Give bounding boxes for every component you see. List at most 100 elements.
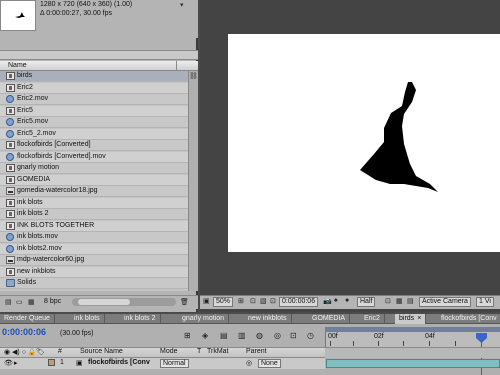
view-options-icon[interactable]: ▤ [407,297,414,305]
project-item[interactable]: Eric2 [0,82,188,94]
timeline-timecode[interactable]: 0:00:00:06 [2,327,46,337]
project-vertical-scrollbar[interactable] [188,71,198,291]
layer-name[interactable]: flockofbirds [Conv [88,359,150,366]
project-item[interactable]: GOMEDIA [0,174,188,186]
movie-icon [6,95,14,103]
clock-icon[interactable]: ◷ [307,331,314,340]
column-mode[interactable]: Mode [160,348,178,355]
region-icon[interactable]: ⊡ [270,297,276,305]
project-item[interactable]: new inkblots [0,266,188,278]
tab-ink-blots-2[interactable]: ink blots 2 [120,314,161,324]
always-preview-icon[interactable]: ▣ [203,297,210,305]
project-item[interactable]: Solids [0,278,188,289]
new-folder-icon[interactable]: ▭ [16,298,23,306]
column-t[interactable]: T [197,348,201,355]
column-parent[interactable]: Parent [246,348,267,355]
layer-duration-bar[interactable] [326,359,500,368]
project-item[interactable]: gomedia-watercolor18.jpg [0,186,188,197]
tab-gnarly-motion[interactable]: gnarly motion [178,314,230,324]
project-item-label: flockofbirds [Converted] [17,141,91,148]
project-item[interactable]: INK BLOTS TOGETHER [0,220,188,232]
layer-mode-dropdown[interactable]: Normal [160,359,189,368]
project-item[interactable]: ink blots2.mov [0,243,188,255]
ruler-tick [330,341,331,346]
flowchart-icon[interactable]: ⛓ [189,72,198,80]
work-area-bar[interactable] [325,327,500,332]
project-column-header[interactable]: Name [0,61,198,71]
footage-duration: Δ 0:00:00:27, 30.00 fps [40,10,113,17]
interpret-footage-icon[interactable]: ▤ [5,298,12,306]
zoom-dropdown[interactable]: 50% [213,297,234,307]
project-item[interactable]: ink blots 2 [0,209,188,220]
trash-icon[interactable]: 🗑 [180,298,189,306]
region-of-interest-icon[interactable]: ⊡ [385,297,391,305]
column-source-name[interactable]: Source Name [80,348,123,355]
image-icon [6,187,15,195]
resolution-dropdown[interactable]: Half [357,297,376,307]
snapshot-icon[interactable]: 📷 [323,297,332,305]
project-item[interactable]: mdp-watercolor60.jpg [0,255,188,266]
project-item-label: gnarly motion [17,164,60,171]
camera-dropdown[interactable]: Active Camera [419,297,471,307]
hide-shy-layers-icon[interactable]: ▤ [220,331,228,340]
channel-icon[interactable]: ● [345,297,349,304]
tab-gomedia[interactable]: GOMEDIA [308,314,351,324]
tab-new-inkblots[interactable]: new inkblots [244,314,292,324]
movie-icon [6,152,14,161]
parent-pickwhip-icon[interactable]: ◎ [246,359,252,367]
sort-chevron-icon[interactable]: ▾ [180,1,184,9]
ruler-label: 00f [328,333,338,340]
tab-eric2[interactable]: Eric2 [360,314,385,324]
new-comp-icon[interactable]: ▦ [28,298,35,306]
project-item[interactable]: ink blots.mov [0,232,188,243]
tab-render-queue[interactable]: Render Queue [0,314,55,324]
transparency-grid-icon[interactable]: ▦ [396,297,403,305]
column-hash[interactable]: # [58,348,62,355]
project-item-label: ink blots [17,198,43,206]
draft-3d-icon[interactable]: ◈ [202,331,208,340]
project-item[interactable]: Eric5_2.mov [0,128,188,140]
mask-icon[interactable]: ▧ [260,297,267,305]
project-item[interactable]: flockofbirds [Converted].mov [0,151,188,163]
fit-icon[interactable]: ⊞ [238,297,244,305]
comp-mini-flowchart-icon[interactable]: ⊞ [184,331,191,340]
layer-parent-dropdown[interactable]: None [258,359,281,368]
tab-flockofbirds[interactable]: flockofbirds [Conv [437,314,500,324]
project-search-input[interactable] [0,50,198,60]
graph-editor-icon[interactable]: ⊡ [290,331,297,340]
project-item[interactable]: Eric2.mov [0,94,188,105]
grid-icon[interactable]: ⊡ [250,297,256,305]
ruler-tick [378,341,379,346]
column-trkmat[interactable]: TrkMat [207,348,229,355]
project-item[interactable]: flockofbirds [Converted] [0,140,188,151]
footage-info: 1280 x 720 (640 x 360) (1.00) Δ 0:00:00:… [0,0,198,38]
column-divider[interactable] [176,61,177,71]
bird-shape [360,82,438,192]
tab-ink-blots[interactable]: ink blots [70,314,105,324]
comp-icon [6,83,15,92]
project-item[interactable]: birds [0,71,188,82]
project-item-label: Eric2.mov [17,95,49,102]
motion-blur-icon[interactable]: ◍ [256,331,263,340]
views-dropdown[interactable]: 1 Vi [476,297,494,307]
show-snapshot-icon[interactable]: ♠ [334,297,338,304]
label-column-icon[interactable]: 🏷 [36,348,45,356]
project-item-label: GOMEDIA [17,175,51,183]
bird-thumbnail-icon [15,12,25,18]
project-item[interactable]: Eric5.mov [0,117,188,128]
image-icon [6,256,15,264]
frame-blending-icon[interactable]: ▥ [238,331,246,340]
project-item[interactable]: Eric5 [0,105,188,117]
tab-birds[interactable]: birds × [395,314,427,324]
project-item[interactable]: gnarly motion [0,163,188,174]
project-item[interactable]: ink blots [0,197,188,209]
brainstorm-icon[interactable]: ◎ [274,331,281,340]
comp-icon [6,72,15,80]
scrollbar-thumb[interactable] [78,299,130,305]
layer-label-color[interactable] [48,359,55,366]
expand-triangle-icon[interactable]: ▸ [14,359,18,367]
viewer-timecode[interactable]: 0:00:00:06 [279,297,319,307]
close-icon[interactable]: × [417,315,421,322]
bit-depth-button[interactable]: 8 bpc [44,298,61,305]
visibility-eye-icon[interactable]: 👁 [4,359,13,367]
